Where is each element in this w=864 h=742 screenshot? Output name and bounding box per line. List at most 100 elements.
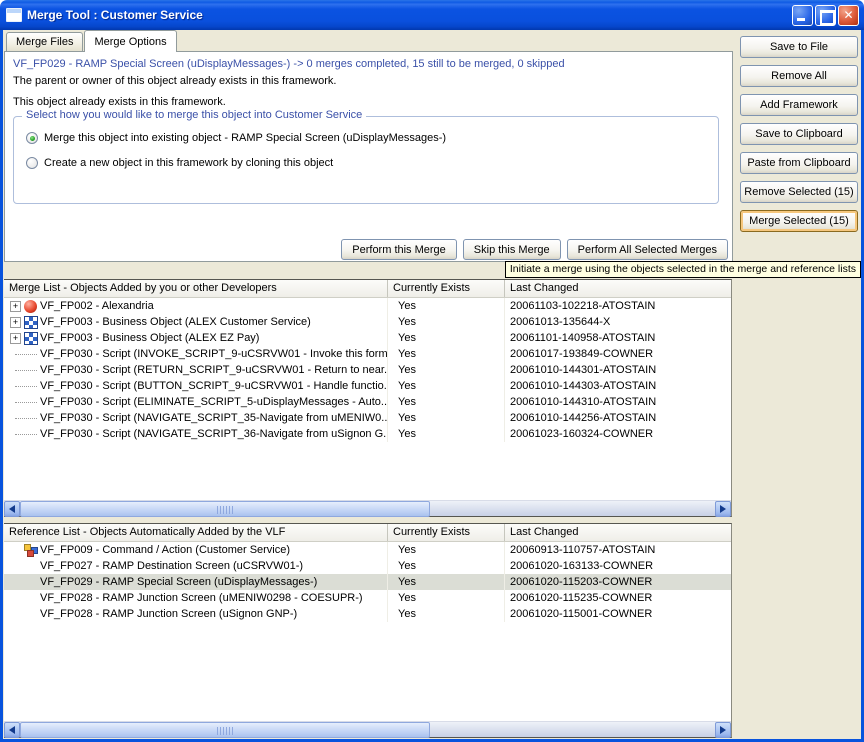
table-row[interactable]: VF_FP030 - Script (RETURN_SCRIPT_9-uCSRV… (4, 362, 731, 378)
table-row[interactable]: VF_FP027 - RAMP Destination Screen (uCSR… (4, 558, 731, 574)
table-row[interactable]: VF_FP002 - Alexandria Yes 20061103-10221… (4, 298, 731, 314)
object-name: VF_FP030 - Script (NAVIGATE_SCRIPT_35-Na… (40, 412, 388, 424)
object-exists-text: This object already exists in this frame… (13, 96, 226, 108)
object-name: VF_FP030 - Script (INVOKE_SCRIPT_9-uCSRV… (40, 348, 388, 360)
column-header-currently-exists[interactable]: Currently Exists (388, 524, 505, 541)
last-changed-value: 20061020-115001-COWNER (505, 606, 731, 622)
object-name: VF_FP027 - RAMP Destination Screen (uCSR… (40, 560, 303, 572)
last-changed-value: 20061101-140958-ATOSTAIN (505, 330, 731, 346)
window-title: Merge Tool : Customer Service (27, 8, 792, 22)
expand-plus-icon[interactable] (10, 301, 21, 312)
column-header-last-changed[interactable]: Last Changed (505, 280, 731, 297)
last-changed-value: 20061010-144303-ATOSTAIN (505, 378, 731, 394)
object-name: VF_FP002 - Alexandria (40, 300, 154, 312)
radio-clone-object[interactable]: Create a new object in this framework by… (26, 157, 333, 169)
window-body: Merge Files Merge Options VF_FP029 - RAM… (0, 30, 864, 742)
scroll-right-icon[interactable] (715, 501, 731, 517)
remove-selected-button[interactable]: Remove Selected (15) (740, 181, 858, 203)
table-row[interactable]: VF_FP009 - Command / Action (Customer Se… (4, 542, 731, 558)
tab-merge-options[interactable]: Merge Options (84, 30, 176, 52)
table-row[interactable]: VF_FP030 - Script (ELIMINATE_SCRIPT_5-uD… (4, 394, 731, 410)
table-row[interactable]: VF_FP030 - Script (BUTTON_SCRIPT_9-uCSRV… (4, 378, 731, 394)
business-object-icon (24, 316, 38, 329)
command-action-icon (24, 544, 38, 557)
last-changed-value: 20061017-193849-COWNER (505, 346, 731, 362)
currently-exists-value: Yes (388, 314, 505, 330)
add-framework-button[interactable]: Add Framework (740, 94, 858, 116)
tree-branch-line (15, 370, 37, 371)
table-row[interactable]: VF_FP028 - RAMP Junction Screen (uMENIW0… (4, 590, 731, 606)
scroll-thumb[interactable] (20, 722, 430, 738)
save-to-file-button[interactable]: Save to File (740, 36, 858, 58)
tree-branch-line (15, 386, 37, 387)
currently-exists-value: Yes (388, 606, 505, 622)
last-changed-value: 20061010-144301-ATOSTAIN (505, 362, 731, 378)
perform-all-selected-merges-button[interactable]: Perform All Selected Merges (567, 239, 728, 260)
table-row[interactable]: VF_FP030 - Script (NAVIGATE_SCRIPT_35-Na… (4, 410, 731, 426)
currently-exists-value: Yes (388, 394, 505, 410)
currently-exists-value: Yes (388, 410, 505, 426)
reference-list: Reference List - Objects Automatically A… (4, 523, 732, 738)
currently-exists-value: Yes (388, 378, 505, 394)
radio-unselected-icon[interactable] (26, 157, 38, 169)
column-header-last-changed[interactable]: Last Changed (505, 524, 731, 541)
merge-list-hscrollbar[interactable] (4, 500, 731, 516)
app-icon (6, 8, 22, 22)
scroll-left-icon[interactable] (4, 501, 20, 517)
table-row[interactable]: VF_FP030 - Script (NAVIGATE_SCRIPT_36-Na… (4, 426, 731, 442)
last-changed-value: 20061010-144256-ATOSTAIN (505, 410, 731, 426)
radio-merge-existing-object[interactable]: Merge this object into existing object -… (26, 132, 446, 144)
merge-status-header: VF_FP029 - RAMP Special Screen (uDisplay… (13, 58, 565, 70)
perform-this-merge-button[interactable]: Perform this Merge (341, 239, 457, 260)
radio-selected-icon[interactable] (26, 132, 38, 144)
merge-action-buttons: Perform this Merge Skip this Merge Perfo… (341, 239, 728, 260)
table-row[interactable]: VF_FP030 - Script (INVOKE_SCRIPT_9-uCSRV… (4, 346, 731, 362)
merge-list: Merge List - Objects Added by you or oth… (4, 279, 732, 517)
titlebar-buttons (792, 5, 859, 26)
paste-from-clipboard-button[interactable]: Paste from Clipboard (740, 152, 858, 174)
table-row[interactable]: VF_FP003 - Business Object (ALEX EZ Pay)… (4, 330, 731, 346)
tree-branch-line (15, 402, 37, 403)
table-row-selected[interactable]: VF_FP029 - RAMP Special Screen (uDisplay… (4, 574, 731, 590)
merge-choice-group: Select how you would like to merge this … (13, 116, 719, 204)
maximize-button[interactable] (815, 5, 836, 26)
currently-exists-value: Yes (388, 346, 505, 362)
object-name: VF_FP009 - Command / Action (Customer Se… (40, 544, 290, 556)
currently-exists-value: Yes (388, 590, 505, 606)
skip-this-merge-button[interactable]: Skip this Merge (463, 239, 561, 260)
merge-options-panel: VF_FP029 - RAMP Special Screen (uDisplay… (4, 51, 733, 262)
column-header-currently-exists[interactable]: Currently Exists (388, 280, 505, 297)
merge-selected-button[interactable]: Merge Selected (15) (740, 210, 858, 232)
merge-choice-group-title: Select how you would like to merge this … (22, 109, 366, 121)
reference-list-header: Reference List - Objects Automatically A… (4, 524, 731, 542)
save-to-clipboard-button[interactable]: Save to Clipboard (740, 123, 858, 145)
tab-merge-files[interactable]: Merge Files (6, 32, 83, 51)
tooltip: Initiate a merge using the objects selec… (505, 261, 861, 278)
radio-clone-label: Create a new object in this framework by… (44, 157, 333, 169)
close-button[interactable] (838, 5, 859, 26)
parent-exists-text: The parent or owner of this object alrea… (13, 75, 336, 87)
remove-all-button[interactable]: Remove All (740, 65, 858, 87)
tree-branch-line (15, 434, 37, 435)
table-row[interactable]: VF_FP003 - Business Object (ALEX Custome… (4, 314, 731, 330)
currently-exists-value: Yes (388, 362, 505, 378)
minimize-button[interactable] (792, 5, 813, 26)
last-changed-value: 20060913-110757-ATOSTAIN (505, 542, 731, 558)
expand-plus-icon[interactable] (10, 317, 21, 328)
scroll-left-icon[interactable] (4, 722, 20, 738)
currently-exists-value: Yes (388, 558, 505, 574)
last-changed-value: 20061013-135644-X (505, 314, 731, 330)
scroll-right-icon[interactable] (715, 722, 731, 738)
titlebar[interactable]: Merge Tool : Customer Service (0, 0, 864, 30)
currently-exists-value: Yes (388, 426, 505, 442)
object-name: VF_FP030 - Script (BUTTON_SCRIPT_9-uCSRV… (40, 380, 388, 392)
merge-list-header: Merge List - Objects Added by you or oth… (4, 280, 731, 298)
reference-list-hscrollbar[interactable] (4, 721, 731, 737)
table-row[interactable]: VF_FP028 - RAMP Junction Screen (uSignon… (4, 606, 731, 622)
sidebar: Save to File Remove All Add Framework Sa… (737, 30, 861, 739)
last-changed-value: 20061020-115235-COWNER (505, 590, 731, 606)
expand-plus-icon[interactable] (10, 333, 21, 344)
object-name: VF_FP028 - RAMP Junction Screen (uMENIW0… (40, 592, 363, 604)
scroll-thumb[interactable] (20, 501, 430, 517)
object-name: VF_FP030 - Script (NAVIGATE_SCRIPT_36-Na… (40, 428, 388, 440)
